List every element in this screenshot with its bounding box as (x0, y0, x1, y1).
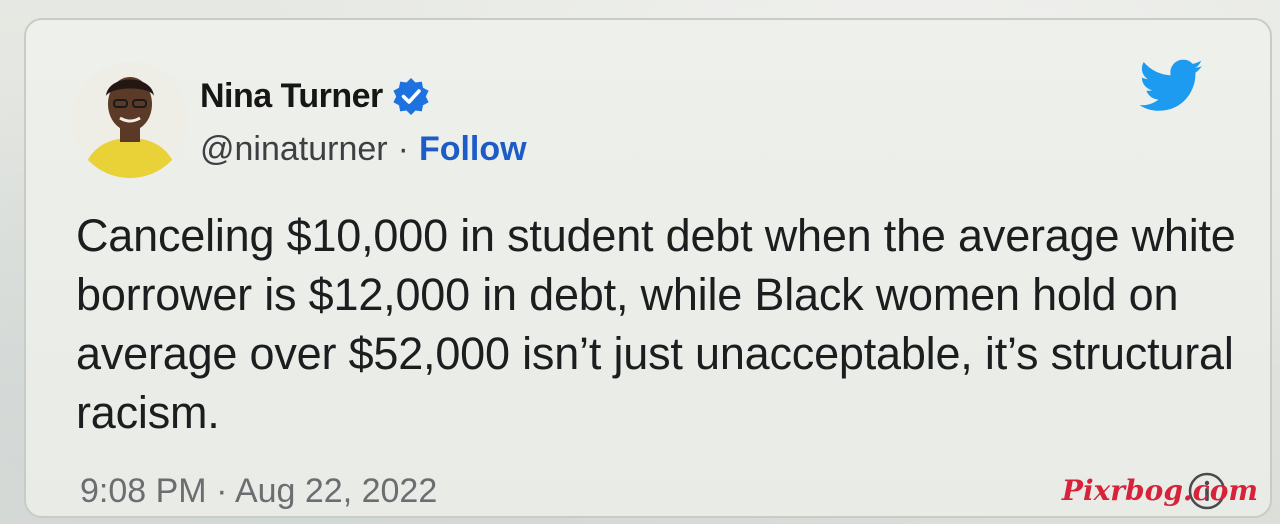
tweet-timestamp[interactable]: 9:08 PM · Aug 22, 2022 (80, 472, 437, 511)
tweet-body-text: Canceling $10,000 in student debt when t… (76, 210, 1236, 438)
tweet-header: Nina Turner @ninaturner · Follow (44, 44, 1224, 184)
author-info: Nina Turner @ninaturner · Follow (200, 74, 527, 169)
separator-dot: · (397, 130, 409, 168)
name-row: Nina Turner (200, 74, 527, 118)
avatar[interactable] (72, 62, 188, 178)
handle-row: @ninaturner · Follow (200, 130, 527, 169)
watermark: Pixrbog.com (1061, 474, 1258, 507)
verified-badge-icon (393, 78, 429, 115)
twitter-bird-icon[interactable] (1140, 58, 1204, 114)
follow-button[interactable]: Follow (419, 130, 527, 169)
author-display-name[interactable]: Nina Turner (200, 77, 383, 116)
author-handle[interactable]: @ninaturner (200, 130, 388, 169)
avatar-image (72, 62, 188, 178)
